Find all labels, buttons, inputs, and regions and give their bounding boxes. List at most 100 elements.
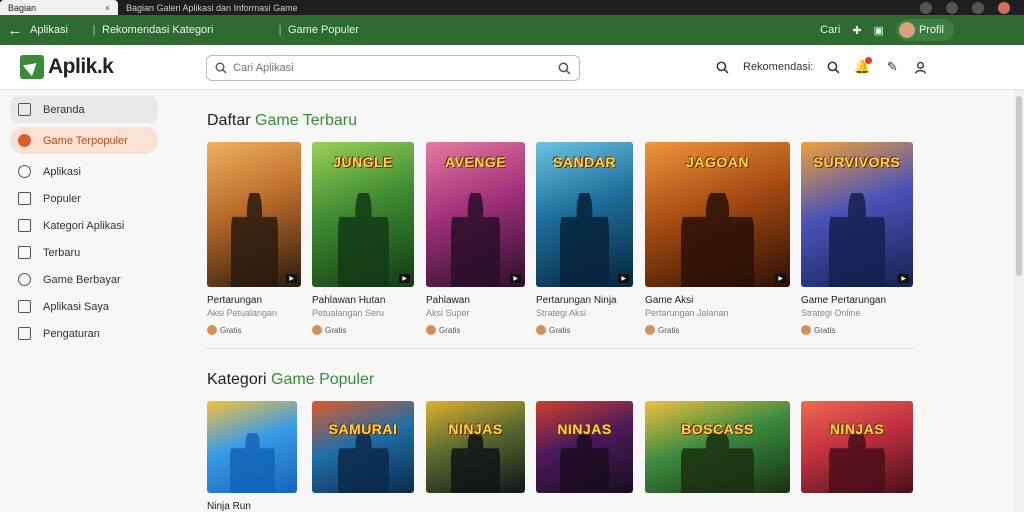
search-icon[interactable] <box>827 61 840 74</box>
tab-label: Bagian Galeri Aplikasi dan Informasi Gam… <box>126 2 298 13</box>
settings-icon <box>18 327 31 340</box>
platform-badge-icon: ▶ <box>399 274 410 283</box>
game-cover-image[interactable]: JAGOAN ▶ <box>645 142 790 287</box>
extension-icon[interactable] <box>920 1 932 14</box>
notification-badge <box>865 57 873 64</box>
nav-right-group: Cari ✚ ▣ Profil <box>820 19 1024 41</box>
window-icon[interactable]: ▣ <box>874 24 884 37</box>
sidebar-item-settings[interactable]: Pengaturan <box>10 320 158 347</box>
user-icon[interactable] <box>914 61 927 74</box>
character-art <box>560 192 609 287</box>
sidebar-item-label: Terbaru <box>43 246 81 259</box>
game-cover-image[interactable]: BOSCASS <box>645 401 790 493</box>
publisher-avatar <box>312 325 322 335</box>
game-cover-title: SAMURAI <box>328 421 398 437</box>
pen-icon[interactable]: ✎ <box>884 59 900 75</box>
sidebar-item-apps[interactable]: Aplikasi <box>10 158 158 185</box>
platform-badge-icon: ▶ <box>510 274 521 283</box>
price-label: Gratis <box>439 325 461 335</box>
recommendation-label[interactable]: Rekomendasi: <box>743 61 813 73</box>
sidebar-item-label: Aplikasi Saya <box>43 300 110 313</box>
nav-title[interactable]: Aplikasi <box>30 24 86 36</box>
character-art <box>450 433 501 493</box>
tab-label: Bagian <box>8 2 37 13</box>
logo-icon <box>20 55 44 79</box>
section-title-main: Kategori <box>207 371 267 388</box>
game-cover-image[interactable]: JUNGLE ▶ <box>312 142 414 287</box>
price-tag: Gratis <box>801 323 835 337</box>
game-name[interactable]: Pertarungan Ninja <box>536 295 617 306</box>
bookmark-icon[interactable] <box>946 1 958 14</box>
pin-icon[interactable]: ✚ <box>852 24 861 37</box>
profile-avatar[interactable] <box>998 1 1010 14</box>
sidebar-item-paid[interactable]: Game Berbayar <box>10 266 158 293</box>
sidebar-item-new[interactable]: Terbaru <box>10 239 158 266</box>
price-label: Gratis <box>325 325 347 335</box>
game-cover-image[interactable]: ▶ <box>207 142 301 287</box>
breadcrumb-popular[interactable]: Game Populer <box>288 24 398 36</box>
app-header: Aplik.k Rekomendasi: 🔔 ✎ <box>0 45 1024 90</box>
game-cover-image[interactable]: AVENGE ▶ <box>426 142 525 287</box>
character-art <box>230 192 278 287</box>
notification-bell-icon[interactable]: 🔔 <box>854 57 873 75</box>
section-divider <box>207 348 913 349</box>
search-icon[interactable] <box>716 61 729 74</box>
game-name[interactable]: Pahlawan Hutan <box>312 295 385 306</box>
section-title-main: Daftar <box>207 112 251 129</box>
game-cover-image[interactable]: NINJAS <box>426 401 525 493</box>
game-name[interactable]: Pahlawan <box>426 295 470 306</box>
new-icon <box>18 246 31 259</box>
search-box[interactable] <box>206 55 580 81</box>
publisher-avatar <box>207 325 217 335</box>
game-cover-image[interactable]: SURVIVORS ▶ <box>801 142 913 287</box>
sidebar-item-home[interactable]: Beranda <box>10 96 158 123</box>
publisher-avatar <box>645 325 655 335</box>
sidebar-item-categories[interactable]: Kategori Aplikasi <box>10 212 158 239</box>
game-name[interactable]: Ninja Run <box>207 501 251 512</box>
download-icon[interactable] <box>972 1 984 14</box>
trending-icon <box>18 192 31 205</box>
game-cover-image[interactable]: NINJAS <box>536 401 633 493</box>
price-tag: Gratis <box>536 323 570 337</box>
game-name[interactable]: Pertarungan <box>207 295 262 306</box>
my-apps-icon <box>18 300 31 313</box>
game-name[interactable]: Game Aksi <box>645 295 693 306</box>
scroll-thumb[interactable] <box>1016 96 1022 276</box>
section-title-accent: Game Terbaru <box>255 112 358 129</box>
game-cover-image[interactable] <box>207 401 297 493</box>
game-genre: Petualangan Seru <box>312 308 385 318</box>
back-arrow-icon[interactable]: ← <box>0 22 30 39</box>
platform-badge-icon: ▶ <box>898 274 909 283</box>
scrollbar[interactable] <box>1014 90 1024 512</box>
browser-tab-active[interactable]: Bagian × <box>0 0 118 15</box>
game-genre: Strategi Aksi <box>536 308 587 318</box>
logo[interactable]: Aplik.k <box>20 55 200 79</box>
sidebar-item-label: Pengaturan <box>43 327 100 340</box>
search-submit-icon[interactable] <box>558 62 571 75</box>
sidebar-item-top-games[interactable]: Game Terpopuler <box>10 127 158 154</box>
price-label: Gratis <box>814 325 836 335</box>
game-cover-title: AVENGE <box>444 154 507 170</box>
game-icon <box>18 134 31 147</box>
sidebar-item-my-apps[interactable]: Aplikasi Saya <box>10 293 158 320</box>
nav-search-link[interactable]: Cari <box>820 24 840 36</box>
character-art <box>229 433 275 493</box>
app-nav-bar: ← Aplikasi | Rekomendasi Kategori | Game… <box>0 15 1024 45</box>
game-cover-image[interactable]: SANDAR ▶ <box>536 142 633 287</box>
game-name[interactable]: Game Pertarungan <box>801 295 886 306</box>
breadcrumb-recommendation[interactable]: Rekomendasi Kategori <box>102 24 272 36</box>
game-cover-image[interactable]: SAMURAI <box>312 401 414 493</box>
logo-text: Aplik.k <box>48 55 114 78</box>
publisher-avatar <box>536 325 546 335</box>
platform-badge-icon: ▶ <box>286 274 297 283</box>
sidebar-item-popular[interactable]: Populer <box>10 185 158 212</box>
game-cover-image[interactable]: NINJAS <box>801 401 913 493</box>
search-input[interactable] <box>233 62 558 74</box>
game-genre: Strategi Online <box>801 308 861 318</box>
game-cover-title: SANDAR <box>553 154 616 170</box>
header-actions: Rekomendasi: 🔔 ✎ <box>716 57 927 75</box>
browser-tab-second[interactable]: Bagian Galeri Aplikasi dan Informasi Gam… <box>118 0 368 15</box>
character-art <box>337 192 389 287</box>
user-pill[interactable]: Profil <box>895 19 954 41</box>
close-icon[interactable]: × <box>105 3 110 13</box>
